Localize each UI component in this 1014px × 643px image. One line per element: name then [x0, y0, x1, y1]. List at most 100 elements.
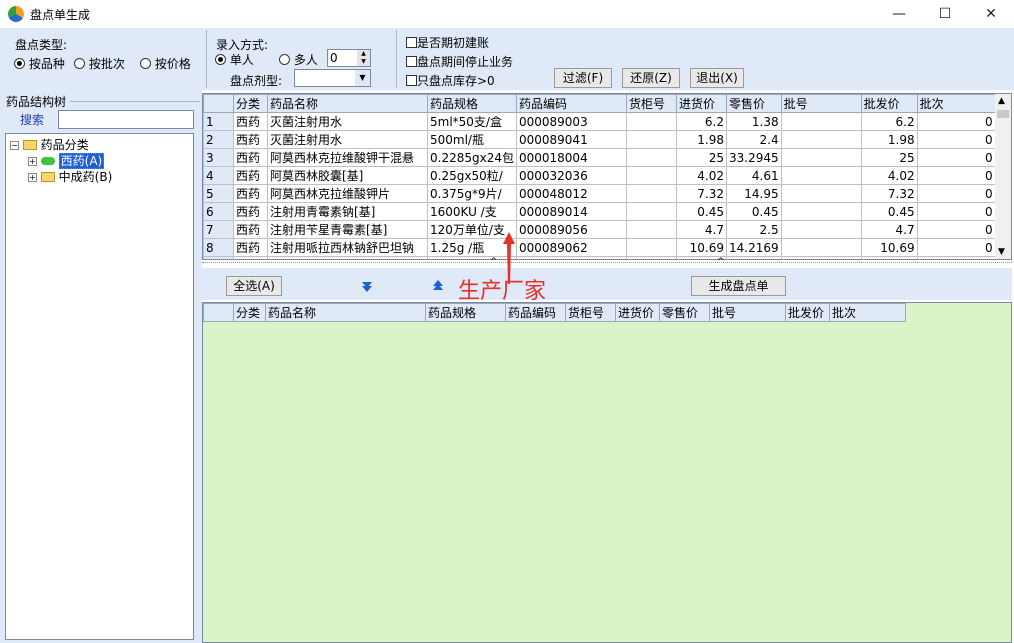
column-header[interactable]: 药品编码: [515, 94, 627, 113]
column-header[interactable]: 批号: [780, 94, 862, 113]
restore-button[interactable]: 还原(Z): [622, 68, 680, 88]
column-header[interactable]: 批号: [709, 303, 786, 322]
table-cell[interactable]: 33.2945: [725, 148, 782, 167]
table-cell[interactable]: 7.32: [675, 184, 727, 203]
table-cell[interactable]: 7.32: [860, 184, 918, 203]
table-cell[interactable]: 4.02: [860, 166, 918, 185]
scroll-thumb[interactable]: [997, 110, 1009, 118]
check-stop-business[interactable]: 盘点期间停止业务: [406, 53, 513, 70]
table-cell[interactable]: [780, 220, 862, 239]
table-cell[interactable]: [625, 166, 677, 185]
table-cell[interactable]: 2.4: [725, 130, 782, 149]
table-cell[interactable]: 10.69: [860, 238, 918, 257]
table-cell[interactable]: 阿莫西林胶囊[基]: [267, 166, 428, 185]
table-cell[interactable]: 000048012: [515, 184, 627, 203]
table-cell[interactable]: 注射用青霉素钠[基]: [267, 202, 428, 221]
table-cell[interactable]: 阿莫西林克拉维酸钾干混悬: [267, 148, 428, 167]
table-cell[interactable]: 14.95: [725, 184, 782, 203]
table-cell[interactable]: 1600KU /支: [427, 202, 517, 221]
table-cell[interactable]: 0: [916, 220, 996, 239]
table-cell[interactable]: 注射用苄星青霉素[基]: [267, 220, 428, 239]
radio-by-batch[interactable]: 按批次: [74, 55, 125, 72]
radio-multi[interactable]: 多人: [279, 51, 318, 68]
table-cell[interactable]: 4.7: [860, 220, 918, 239]
tree-node-western[interactable]: + 西药(A): [28, 152, 105, 169]
table-cell[interactable]: 25: [675, 148, 727, 167]
minimize-button[interactable]: —: [876, 0, 922, 28]
table-row[interactable]: 4 西药 阿莫西林胶囊[基] 0.25gx50粒/000032036 4.02 4.61 4…: [203, 166, 996, 185]
table-cell[interactable]: 0.25gx50粒/: [427, 166, 517, 185]
select-all-button[interactable]: 全选(A): [226, 276, 282, 296]
table-cell[interactable]: 4.61: [725, 166, 782, 185]
tree-node-root[interactable]: − 药品分类: [10, 136, 89, 153]
column-header[interactable]: 药品名称: [265, 303, 426, 322]
column-header[interactable]: 药品名称: [267, 94, 428, 113]
table-cell[interactable]: 0: [916, 238, 996, 257]
table-cell[interactable]: 0: [916, 166, 996, 185]
table-cell[interactable]: [625, 184, 677, 203]
table-cell[interactable]: 西药: [233, 166, 268, 185]
column-header[interactable]: 批次: [916, 94, 996, 113]
table-cell[interactable]: 西药: [233, 220, 268, 239]
table-cell[interactable]: 0: [916, 112, 996, 131]
check-initial-account[interactable]: 是否期初建账: [406, 34, 489, 51]
table-cell[interactable]: 西药: [233, 130, 268, 149]
table-cell[interactable]: 西药: [233, 148, 268, 167]
table-cell[interactable]: [780, 166, 862, 185]
exit-button[interactable]: 退出(X): [690, 68, 744, 88]
expand-icon[interactable]: +: [28, 157, 37, 166]
table-cell[interactable]: 0.45: [860, 202, 918, 221]
table-cell[interactable]: 灭菌注射用水: [267, 112, 428, 131]
stepper-down-icon[interactable]: ▼: [357, 58, 370, 66]
table-row[interactable]: 3 西药 阿莫西林克拉维酸钾干混悬 0.2285gx24包 000018004 25 33.…: [203, 148, 996, 167]
table-cell[interactable]: 0.2285gx24包: [427, 148, 517, 167]
table-cell[interactable]: 西药: [233, 238, 268, 257]
table-cell[interactable]: 西药: [233, 202, 268, 221]
collapse-icon[interactable]: −: [10, 141, 19, 150]
filter-button[interactable]: 过滤(F): [554, 68, 612, 88]
table-row[interactable]: 8 西药 注射用哌拉西林钠舒巴坦钠 1.25g /瓶 000089062 10.69 14.…: [203, 238, 996, 257]
column-header[interactable]: 药品规格: [425, 303, 506, 322]
table-row[interactable]: 1 西药 灭菌注射用水 5ml*50支/盒 000089003 6.2 1.38 6.2 0: [203, 112, 996, 131]
dosage-select[interactable]: ▼: [294, 69, 371, 87]
column-header[interactable]: 批次: [829, 303, 906, 322]
table-cell[interactable]: 14.2169: [725, 238, 782, 257]
table-cell[interactable]: [780, 202, 862, 221]
check-stock-only[interactable]: 只盘点库存>0: [406, 72, 495, 89]
table-cell[interactable]: [625, 220, 677, 239]
table-cell[interactable]: 0.45: [675, 202, 727, 221]
table-cell[interactable]: 4.7: [675, 220, 727, 239]
table-cell[interactable]: 000032036: [515, 166, 627, 185]
move-up-icon[interactable]: [431, 279, 445, 293]
table-cell[interactable]: 500ml/瓶: [427, 130, 517, 149]
generate-button[interactable]: 生成盘点单: [691, 276, 786, 296]
table-cell[interactable]: [780, 184, 862, 203]
radio-by-price[interactable]: 按价格: [140, 55, 191, 72]
table-cell[interactable]: 1.98: [860, 130, 918, 149]
table-cell[interactable]: [780, 112, 862, 131]
table-row[interactable]: [203, 256, 996, 259]
table-cell[interactable]: 1.38: [725, 112, 782, 131]
table-cell[interactable]: 000089014: [515, 202, 627, 221]
table-cell[interactable]: 注射用哌拉西林钠舒巴坦钠: [267, 238, 428, 257]
table-cell[interactable]: [780, 238, 862, 257]
stepper-up-icon[interactable]: ▲: [357, 50, 370, 58]
table-cell[interactable]: 0: [916, 184, 996, 203]
table-row[interactable]: 5 西药 阿莫西林克拉维酸钾片 0.375g*9片/000048012 7.32 14.9…: [203, 184, 996, 203]
column-header[interactable]: 批发价: [785, 303, 830, 322]
table-cell[interactable]: 5ml*50支/盒: [427, 112, 517, 131]
table-cell[interactable]: 0: [916, 148, 996, 167]
column-header[interactable]: 分类: [233, 94, 268, 113]
table-cell[interactable]: 0: [916, 202, 996, 221]
search-input[interactable]: [58, 110, 194, 129]
table-cell[interactable]: 灭菌注射用水: [267, 130, 428, 149]
table-cell[interactable]: 25: [860, 148, 918, 167]
table-cell[interactable]: [625, 130, 677, 149]
column-header[interactable]: 进货价: [675, 94, 727, 113]
table-cell[interactable]: [625, 148, 677, 167]
table-cell[interactable]: 2.5: [725, 220, 782, 239]
table-cell[interactable]: 0.45: [725, 202, 782, 221]
column-header[interactable]: 批发价: [860, 94, 918, 113]
chevron-down-icon[interactable]: ▼: [355, 70, 370, 86]
radio-by-variety[interactable]: 按品种: [14, 55, 65, 72]
